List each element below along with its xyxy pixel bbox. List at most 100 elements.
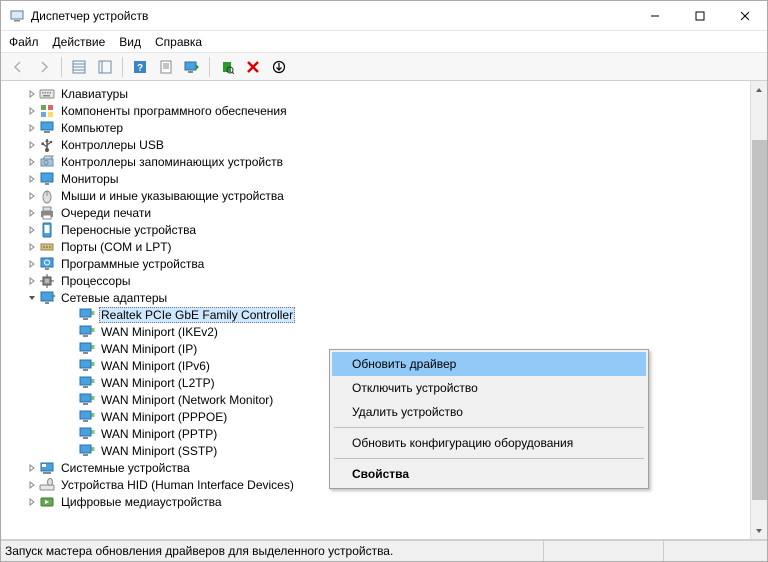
properties-button[interactable]: [155, 56, 177, 78]
scroll-down-arrow[interactable]: [751, 522, 767, 539]
expand-arrow-icon[interactable]: [25, 481, 39, 489]
app-icon: [9, 8, 25, 24]
tree-item[interactable]: Мониторы: [5, 170, 750, 187]
expand-arrow-icon[interactable]: [25, 158, 39, 166]
ctx-separator: [334, 458, 644, 459]
net-icon: [79, 358, 95, 374]
vertical-scrollbar[interactable]: [750, 81, 767, 539]
menu-view[interactable]: Вид: [119, 35, 141, 49]
expand-arrow-icon[interactable]: [25, 277, 39, 285]
tree-item[interactable]: Клавиатуры: [5, 85, 750, 102]
toolbar-separator: [61, 57, 62, 77]
tree-item[interactable]: Порты (COM и LPT): [5, 238, 750, 255]
cpu-icon: [39, 273, 55, 289]
ctx-uninstall-device[interactable]: Удалить устройство: [332, 400, 646, 424]
tree-item[interactable]: Контроллеры запоминающих устройств: [5, 153, 750, 170]
printer-icon: [39, 205, 55, 221]
titlebar: Диспетчер устройств: [1, 1, 767, 31]
tree-item[interactable]: Очереди печати: [5, 204, 750, 221]
tree-item[interactable]: Компьютер: [5, 119, 750, 136]
component-icon: [39, 103, 55, 119]
expand-arrow-icon[interactable]: [25, 192, 39, 200]
scroll-up-arrow[interactable]: [751, 81, 767, 98]
expand-arrow-icon[interactable]: [25, 243, 39, 251]
view-tree-button[interactable]: [94, 56, 116, 78]
keyboard-icon: [39, 86, 55, 102]
ctx-separator: [334, 427, 644, 428]
tree-item-label: Мониторы: [59, 172, 120, 186]
tree-item[interactable]: Контроллеры USB: [5, 136, 750, 153]
net-icon: [79, 307, 95, 323]
expand-arrow-icon[interactable]: [25, 226, 39, 234]
ctx-update-driver[interactable]: Обновить драйвер: [332, 352, 646, 376]
tree-item[interactable]: Realtek PCIe GbE Family Controller: [5, 306, 750, 323]
ctx-properties[interactable]: Свойства: [332, 462, 646, 486]
expand-arrow-icon[interactable]: [25, 124, 39, 132]
tree-item-label: WAN Miniport (PPPOE): [99, 410, 229, 424]
expand-arrow-icon[interactable]: [25, 209, 39, 217]
tree-item[interactable]: Цифровые медиаустройства: [5, 493, 750, 510]
collapse-arrow-icon[interactable]: [25, 294, 39, 302]
usb-icon: [39, 137, 55, 153]
tree-item-label: WAN Miniport (IP): [99, 342, 199, 356]
menu-file[interactable]: Файл: [9, 35, 39, 49]
tree-item-label: Мыши и иные указывающие устройства: [59, 189, 286, 203]
view-detail-button[interactable]: [68, 56, 90, 78]
uninstall-button[interactable]: [242, 56, 264, 78]
tree-item-label: WAN Miniport (Network Monitor): [99, 393, 275, 407]
portable-icon: [39, 222, 55, 238]
toolbar: ?: [1, 53, 767, 81]
forward-button[interactable]: [33, 56, 55, 78]
ctx-scan-hardware[interactable]: Обновить конфигурацию оборудования: [332, 431, 646, 455]
help-button[interactable]: ?: [129, 56, 151, 78]
tree-item[interactable]: Программные устройства: [5, 255, 750, 272]
minimize-button[interactable]: [632, 1, 677, 30]
window-buttons: [632, 1, 767, 30]
toolbar-separator: [122, 57, 123, 77]
close-button[interactable]: [722, 1, 767, 30]
menu-help[interactable]: Справка: [155, 35, 202, 49]
expand-arrow-icon[interactable]: [25, 141, 39, 149]
tree-item-label: Компоненты программного обеспечения: [59, 104, 289, 118]
tree-item-label: Компьютер: [59, 121, 125, 135]
software-icon: [39, 256, 55, 272]
disable-button[interactable]: [268, 56, 290, 78]
svg-text:?: ?: [137, 63, 143, 74]
ctx-disable-device[interactable]: Отключить устройство: [332, 376, 646, 400]
tree-item[interactable]: Компоненты программного обеспечения: [5, 102, 750, 119]
tree-item[interactable]: Сетевые адаптеры: [5, 289, 750, 306]
tree-item[interactable]: Процессоры: [5, 272, 750, 289]
back-button[interactable]: [7, 56, 29, 78]
expand-arrow-icon[interactable]: [25, 464, 39, 472]
expand-arrow-icon[interactable]: [25, 175, 39, 183]
net-icon: [79, 392, 95, 408]
statusbar: Запуск мастера обновления драйверов для …: [1, 540, 767, 561]
expand-arrow-icon[interactable]: [25, 498, 39, 506]
status-cell-3: [663, 541, 763, 561]
storage-icon: [39, 154, 55, 170]
content-area: Клавиатуры Компоненты программного обеспе…: [1, 81, 767, 540]
tree-item-label: Контроллеры USB: [59, 138, 166, 152]
scan-hardware-button[interactable]: [216, 56, 238, 78]
tree-item-label: Системные устройства: [59, 461, 192, 475]
maximize-button[interactable]: [677, 1, 722, 30]
tree-item-label: WAN Miniport (IPv6): [99, 359, 212, 373]
tree-item[interactable]: Мыши и иные указывающие устройства: [5, 187, 750, 204]
expand-arrow-icon[interactable]: [25, 107, 39, 115]
tree-item-label: Сетевые адаптеры: [59, 291, 169, 305]
tree-item-label: Устройства HID (Human Interface Devices): [59, 478, 296, 492]
system-icon: [39, 460, 55, 476]
tree-item-label: Realtek PCIe GbE Family Controller: [99, 307, 295, 323]
scroll-thumb[interactable]: [752, 140, 767, 500]
tree-item[interactable]: WAN Miniport (IKEv2): [5, 323, 750, 340]
tree-item-label: Процессоры: [59, 274, 133, 288]
menu-action[interactable]: Действие: [53, 35, 106, 49]
tree-item-label: WAN Miniport (PPTP): [99, 427, 219, 441]
expand-arrow-icon[interactable]: [25, 260, 39, 268]
expand-arrow-icon[interactable]: [25, 90, 39, 98]
tree-item[interactable]: Переносные устройства: [5, 221, 750, 238]
update-driver-button[interactable]: [181, 56, 203, 78]
status-text: Запуск мастера обновления драйверов для …: [5, 544, 543, 558]
net-icon: [79, 324, 95, 340]
media-icon: [39, 494, 55, 510]
